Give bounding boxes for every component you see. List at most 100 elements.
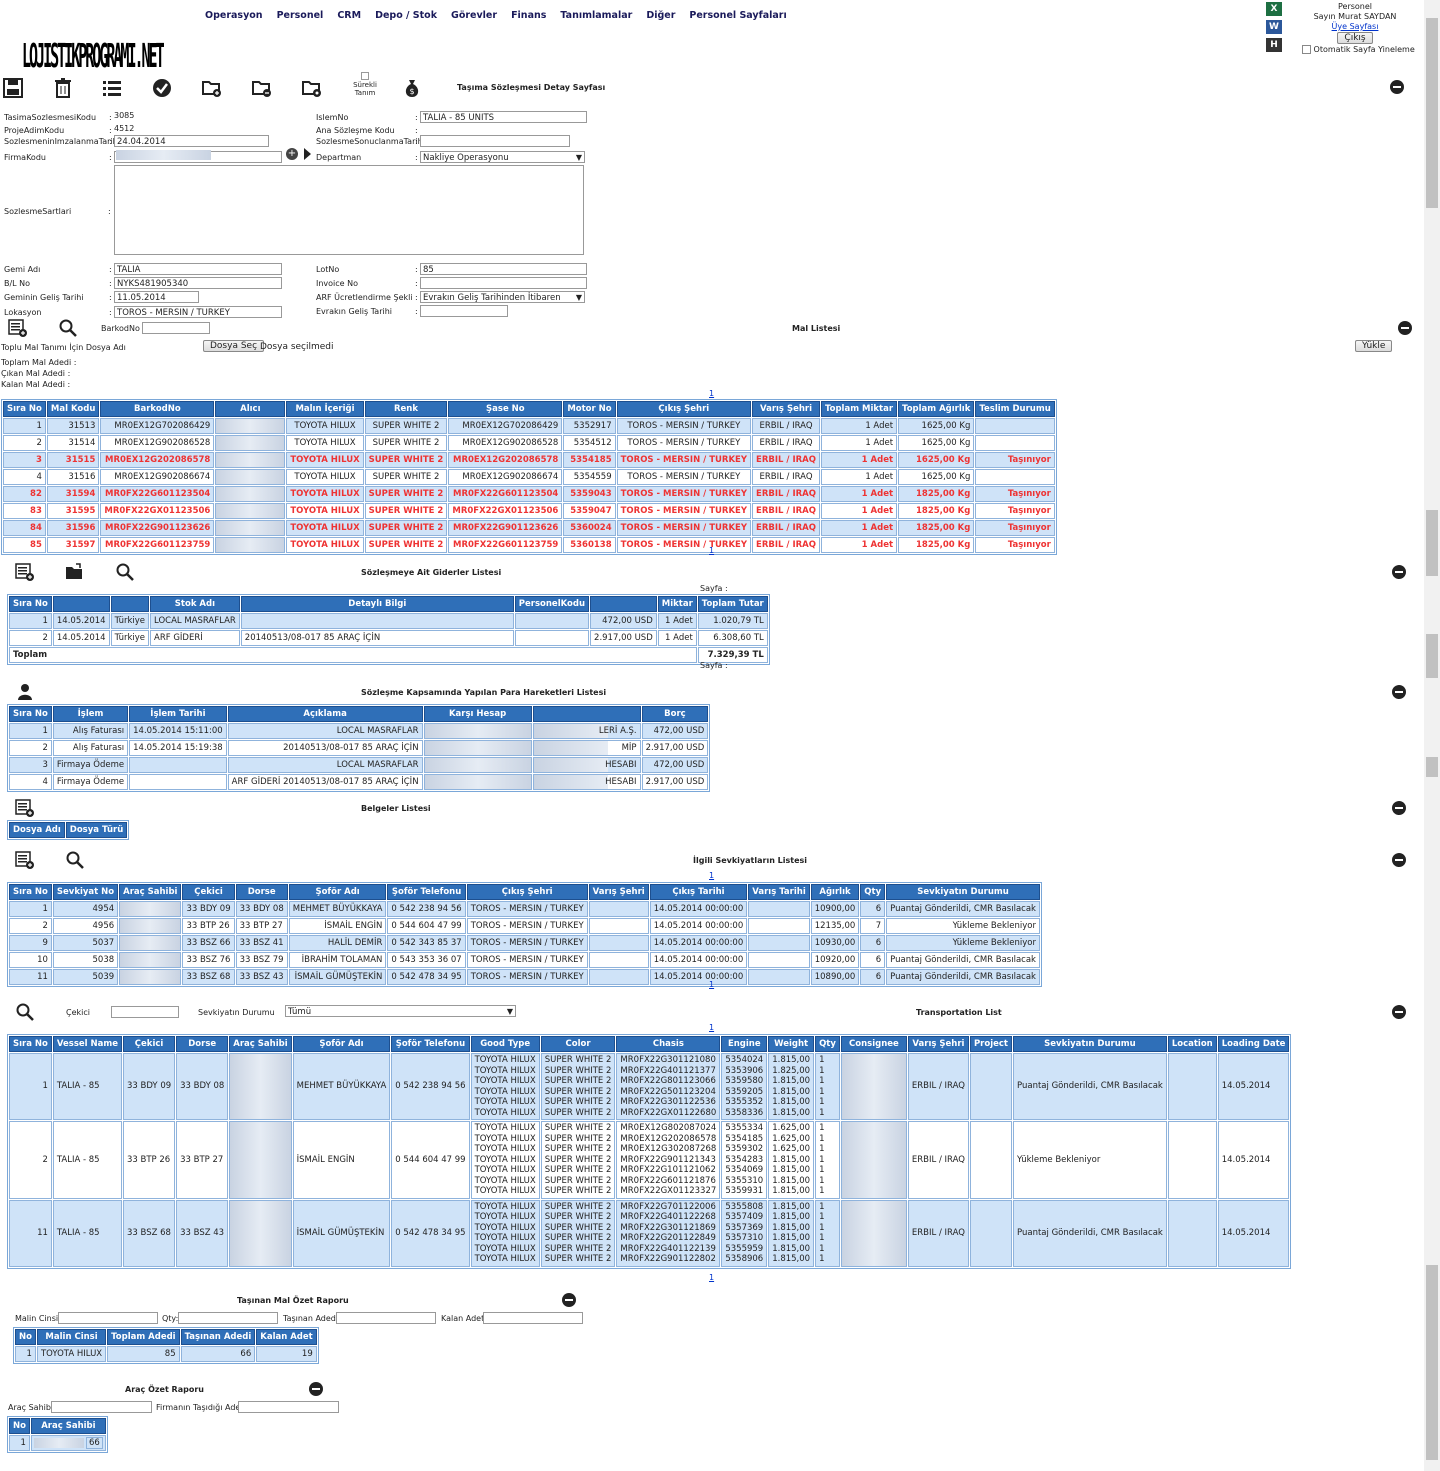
vehicle-owner-input[interactable] (51, 1401, 152, 1413)
nav-item-4[interactable]: Görevler (451, 10, 497, 21)
table-row[interactable]: 82 31594 MR0FX22G601123504 TOYOTA HILUX SUPE… (3, 486, 1055, 502)
column-header[interactable]: Motor No (563, 401, 616, 417)
column-header[interactable]: Araç Sahibi (229, 1036, 292, 1052)
table-row[interactable]: 83 31595 MR0FX22GX01123506 TOYOTA HILUX SUPE… (3, 503, 1055, 519)
shipments-collapse-icon[interactable] (1392, 853, 1406, 867)
transport-search-icon[interactable] (15, 1003, 35, 1024)
column-header[interactable]: Araç Sahibi (119, 884, 182, 900)
documents-collapse-icon[interactable] (1392, 801, 1406, 815)
shipment-search-icon[interactable] (65, 851, 85, 872)
transport-page-link-bottom[interactable]: 1 (709, 1273, 714, 1282)
column-header[interactable]: Weight (768, 1036, 815, 1052)
remaining-input[interactable] (483, 1312, 583, 1324)
cekici-filter-input[interactable] (111, 1006, 179, 1018)
column-header[interactable]: Miktar (657, 596, 697, 612)
nav-item-0[interactable]: Operasyon (205, 10, 263, 21)
column-header[interactable]: Dorse (235, 884, 288, 900)
column-header[interactable]: Çıkış Şehri (466, 884, 588, 900)
goods-page-link-bottom[interactable]: 1 (709, 546, 714, 555)
column-header[interactable]: İşlem (52, 706, 129, 722)
column-header[interactable]: Mal Kodu (46, 401, 100, 417)
table-row[interactable]: 1 Alış Faturası 14.05.2014 15:11:00 LOCAL M… (9, 723, 709, 739)
continuous-toggle[interactable]: Sürekli Tanım (353, 72, 377, 97)
column-header[interactable]: Borç (641, 706, 709, 722)
payments-collapse-icon[interactable] (1392, 685, 1406, 699)
column-header[interactable]: Detaylı Bilgi (240, 596, 514, 612)
column-header[interactable]: Qty (860, 884, 886, 900)
folder-add-icon[interactable] (201, 77, 223, 102)
column-header[interactable] (532, 706, 641, 722)
nav-item-7[interactable]: Diğer (646, 10, 675, 21)
nav-item-6[interactable]: Tanımlamalar (560, 10, 632, 21)
column-header[interactable]: İşlem Tarihi (129, 706, 227, 722)
column-header[interactable]: PersonelKodu (514, 596, 590, 612)
shipments-page-link-bottom[interactable]: 1 (709, 980, 714, 989)
column-header[interactable]: Sıra No (9, 706, 52, 722)
collapse-icon[interactable] (1390, 80, 1404, 94)
column-header[interactable]: Good Type (470, 1036, 540, 1052)
field-input[interactable] (420, 305, 508, 317)
approve-icon[interactable] (151, 77, 173, 102)
table-row[interactable]: 1 TALIA - 85 33 BDY 09 33 BDY 08 MEHMET BÜYÜ… (9, 1053, 1290, 1120)
scroll-thumb-1[interactable] (1426, 18, 1438, 208)
goods-page-link-top[interactable]: 1 (709, 389, 714, 398)
arrow-right-icon[interactable] (304, 148, 311, 160)
vehicle-summary-collapse-icon[interactable] (309, 1382, 323, 1396)
column-header[interactable]: Sıra No (9, 1036, 52, 1052)
shipments-page-link-top[interactable]: 1 (709, 871, 714, 880)
column-header[interactable]: Karşı Hesap (423, 706, 532, 722)
goods-kind-input[interactable] (58, 1312, 158, 1324)
column-header[interactable]: BarkodNo (100, 401, 215, 417)
column-header[interactable]: Taşınan Adedi (180, 1329, 256, 1345)
field-input[interactable]: Nakliye Operasyonu ▼ (420, 151, 585, 163)
column-header[interactable]: Malin Cinsi (36, 1329, 107, 1345)
transport-collapse-icon[interactable] (1392, 1005, 1406, 1019)
field-input[interactable]: TOROS - MERSIN / TURKEY (114, 306, 282, 318)
field-input[interactable]: Evrakın Geliş Tarihinden İtibaren ▼ (420, 291, 585, 303)
page-scrollbar[interactable] (1424, 0, 1440, 1471)
column-header[interactable]: Varış Şehri (588, 884, 649, 900)
column-header[interactable]: Şase No (448, 401, 563, 417)
expenses-collapse-icon[interactable] (1392, 565, 1406, 579)
status-filter-select[interactable]: Tümü ▼ (285, 1005, 516, 1017)
column-header[interactable]: Teslim Durumu (975, 401, 1055, 417)
table-row[interactable]: 2 31514 MR0EX12G902086528 TOYOTA HILUX SUPER… (3, 435, 1055, 451)
column-header[interactable]: Sıra No (3, 401, 46, 417)
column-header[interactable]: Varış Tarihi (748, 884, 810, 900)
barcode-input[interactable] (142, 322, 210, 334)
table-row[interactable]: 84 31596 MR0FX22G901123626 TOYOTA HILUX SUPE… (3, 520, 1055, 536)
document-add-icon[interactable] (15, 799, 35, 820)
list-icon[interactable] (101, 77, 123, 102)
table-row[interactable]: 1 14.05.2014 Türkiye LOCAL MASRAFLAR 472,00 … (9, 613, 768, 629)
column-header[interactable]: Sevkiyat No (52, 884, 119, 900)
table-row[interactable]: 2 Alış Faturası 14.05.2014 15:19:38 2014051… (9, 740, 709, 756)
nav-item-1[interactable]: Personel (277, 10, 324, 21)
column-header[interactable]: Dosya Adı (9, 822, 65, 838)
goods-summary-collapse-icon[interactable] (562, 1293, 576, 1307)
column-header[interactable]: Dosya Türü (65, 822, 128, 838)
scroll-thumb-2[interactable] (1426, 510, 1438, 576)
continuous-checkbox[interactable] (361, 72, 369, 80)
column-header[interactable]: Ağırlık (810, 884, 860, 900)
field-input[interactable]: NYKS481905340 (114, 277, 282, 289)
shipment-add-icon[interactable] (15, 851, 35, 872)
column-header[interactable]: Kalan Adet (256, 1329, 317, 1345)
table-row[interactable]: 4 Firmaya Ödeme ARF GİDERİ 20140513/08-017… (9, 774, 709, 790)
carried-input[interactable] (336, 1312, 436, 1324)
transport-page-link-top[interactable]: 1 (709, 1023, 714, 1032)
column-header[interactable]: Consignee (840, 1036, 907, 1052)
upload-button[interactable]: Yükle (1355, 340, 1393, 352)
column-header[interactable]: Project (969, 1036, 1012, 1052)
table-row[interactable]: 1 4954 33 BDY 09 33 BDY 08 MEHMET BÜYÜKKAYA 0… (9, 901, 1040, 917)
column-header[interactable]: Location (1167, 1036, 1217, 1052)
column-header[interactable]: Sıra No (9, 884, 52, 900)
column-header[interactable]: Açıklama (227, 706, 423, 722)
column-header[interactable]: Stok Adı (150, 596, 240, 612)
word-icon[interactable]: W (1266, 20, 1282, 34)
column-header[interactable]: Şoför Telefonu (387, 884, 466, 900)
field-input[interactable]: TALIA (114, 263, 282, 275)
add-company-icon[interactable]: + (286, 148, 298, 160)
column-header[interactable]: Şoför Adı (292, 1036, 391, 1052)
nav-item-3[interactable]: Depo / Stok (375, 10, 437, 21)
table-row[interactable]: 85 31597 MR0FX22G601123759 TOYOTA HILUX SUPE… (3, 537, 1055, 553)
